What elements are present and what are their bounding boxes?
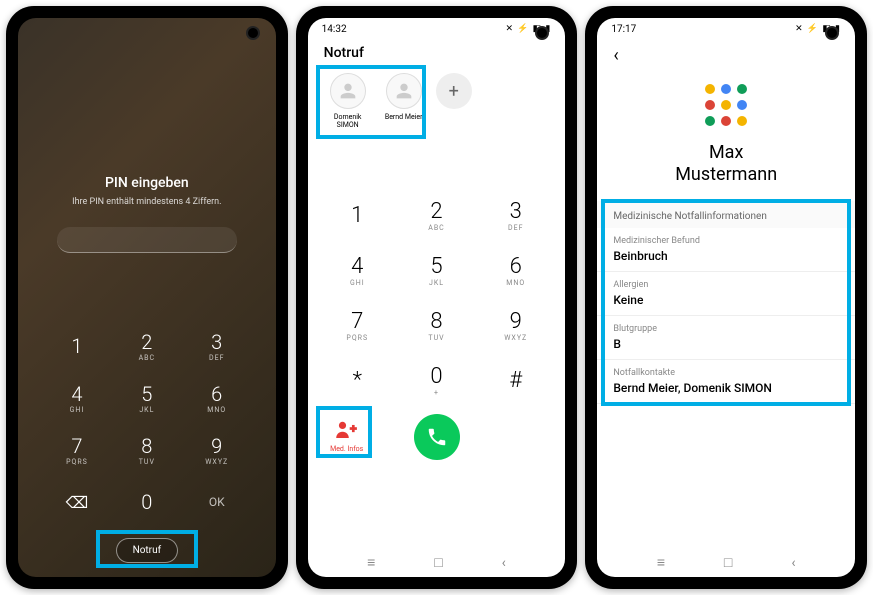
backspace-icon: ⌫ (66, 493, 89, 512)
back-button[interactable]: ‹ (613, 45, 618, 66)
med-info-icon (336, 420, 358, 443)
emergency-call-button[interactable]: Notruf (116, 538, 179, 563)
nav-recent-icon[interactable]: ≡ (367, 554, 375, 571)
med-field-contacts[interactable]: Notfallkontakte Bernd Meier, Domenik SIM… (597, 360, 855, 404)
med-field-bloodtype[interactable]: Blutgruppe B (597, 316, 855, 360)
med-field-allergies[interactable]: Allergien Keine (597, 272, 855, 316)
key-backspace[interactable]: ⌫ (42, 476, 112, 528)
nav-home-icon[interactable]: □ (434, 554, 442, 571)
emergency-contact-1[interactable]: Domenik SIMON (324, 73, 372, 130)
nav-back-icon[interactable]: ‹ (502, 555, 506, 571)
section-header: Medizinische Notfallinformationen (597, 201, 855, 228)
nav-home-icon[interactable]: □ (724, 554, 732, 571)
key-ok[interactable]: OK (182, 476, 252, 528)
dial-7[interactable]: 7PQRS (318, 298, 397, 353)
key-8[interactable]: 8TUV (112, 424, 182, 476)
dial-hash[interactable]: # (476, 353, 555, 408)
dial-star[interactable]: * (318, 353, 397, 408)
dial-5[interactable]: 5JKL (397, 243, 476, 298)
med-info-button[interactable]: Med. Infos (324, 420, 370, 453)
emergency-contact-2[interactable]: Bernd Meier (380, 73, 428, 121)
dial-9[interactable]: 9WXYZ (476, 298, 555, 353)
dial-keypad: 1 2ABC 3DEF 4GHI 5JKL 6MNO 7PQRS 8TUV 9W… (308, 188, 566, 408)
key-4[interactable]: 4GHI (42, 372, 112, 424)
key-9[interactable]: 9WXYZ (182, 424, 252, 476)
key-7[interactable]: 7PQRS (42, 424, 112, 476)
dial-2[interactable]: 2ABC (397, 188, 476, 243)
dial-8[interactable]: 8TUV (397, 298, 476, 353)
phone-lockscreen: PIN eingeben Ihre PIN enthält mindestens… (6, 6, 288, 589)
nav-recent-icon[interactable]: ≡ (657, 554, 665, 571)
pin-input[interactable] (57, 227, 237, 253)
phone-med-info: 17:17 ✕ ⚡ ◧ ▮ ‹ Max Mustermann Medizinis… (585, 6, 867, 589)
profile-name: Max Mustermann (675, 142, 777, 185)
number-display (308, 140, 566, 188)
key-2[interactable]: 2ABC (112, 320, 182, 372)
key-1[interactable]: 1 (42, 320, 112, 372)
nav-bar: ≡ □ ‹ (597, 548, 855, 577)
page-title: Notruf (308, 37, 566, 67)
nav-back-icon[interactable]: ‹ (791, 555, 795, 571)
dial-1[interactable]: 1 (318, 188, 397, 243)
key-3[interactable]: 3DEF (182, 320, 252, 372)
key-0[interactable]: 0 (112, 476, 182, 528)
nav-bar: ≡ □ ‹ (308, 548, 566, 577)
add-contact-button[interactable]: + (436, 73, 472, 109)
dial-4[interactable]: 4GHI (318, 243, 397, 298)
status-time: 17:17 (611, 24, 636, 35)
med-field-condition[interactable]: Medizinischer Befund Beinbruch (597, 228, 855, 272)
dial-6[interactable]: 6MNO (476, 243, 555, 298)
status-bar: 14:32 ✕ ⚡ ◧ ▮ (308, 18, 566, 37)
key-6[interactable]: 6MNO (182, 372, 252, 424)
profile-avatar-icon (699, 78, 753, 132)
camera-hole (825, 26, 839, 40)
lock-keypad: 1 2ABC 3DEF 4GHI 5JKL 6MNO 7PQRS 8TUV 9W… (18, 310, 276, 532)
key-5[interactable]: 5JKL (112, 372, 182, 424)
dial-0[interactable]: 0+ (397, 353, 476, 408)
avatar-icon (330, 73, 366, 109)
avatar-icon (386, 73, 422, 109)
status-time: 14:32 (322, 24, 347, 35)
profile-header: Max Mustermann (597, 70, 855, 201)
phone-dialer: 14:32 ✕ ⚡ ◧ ▮ Notruf Domenik SIMON Bernd… (296, 6, 578, 589)
dial-3[interactable]: 3DEF (476, 188, 555, 243)
camera-hole (246, 26, 260, 40)
pin-title: PIN eingeben (105, 175, 189, 191)
status-bar: 17:17 ✕ ⚡ ◧ ▮ (597, 18, 855, 37)
call-button[interactable] (414, 414, 460, 460)
pin-subtitle: Ihre PIN enthält mindestens 4 Ziffern. (72, 197, 221, 207)
